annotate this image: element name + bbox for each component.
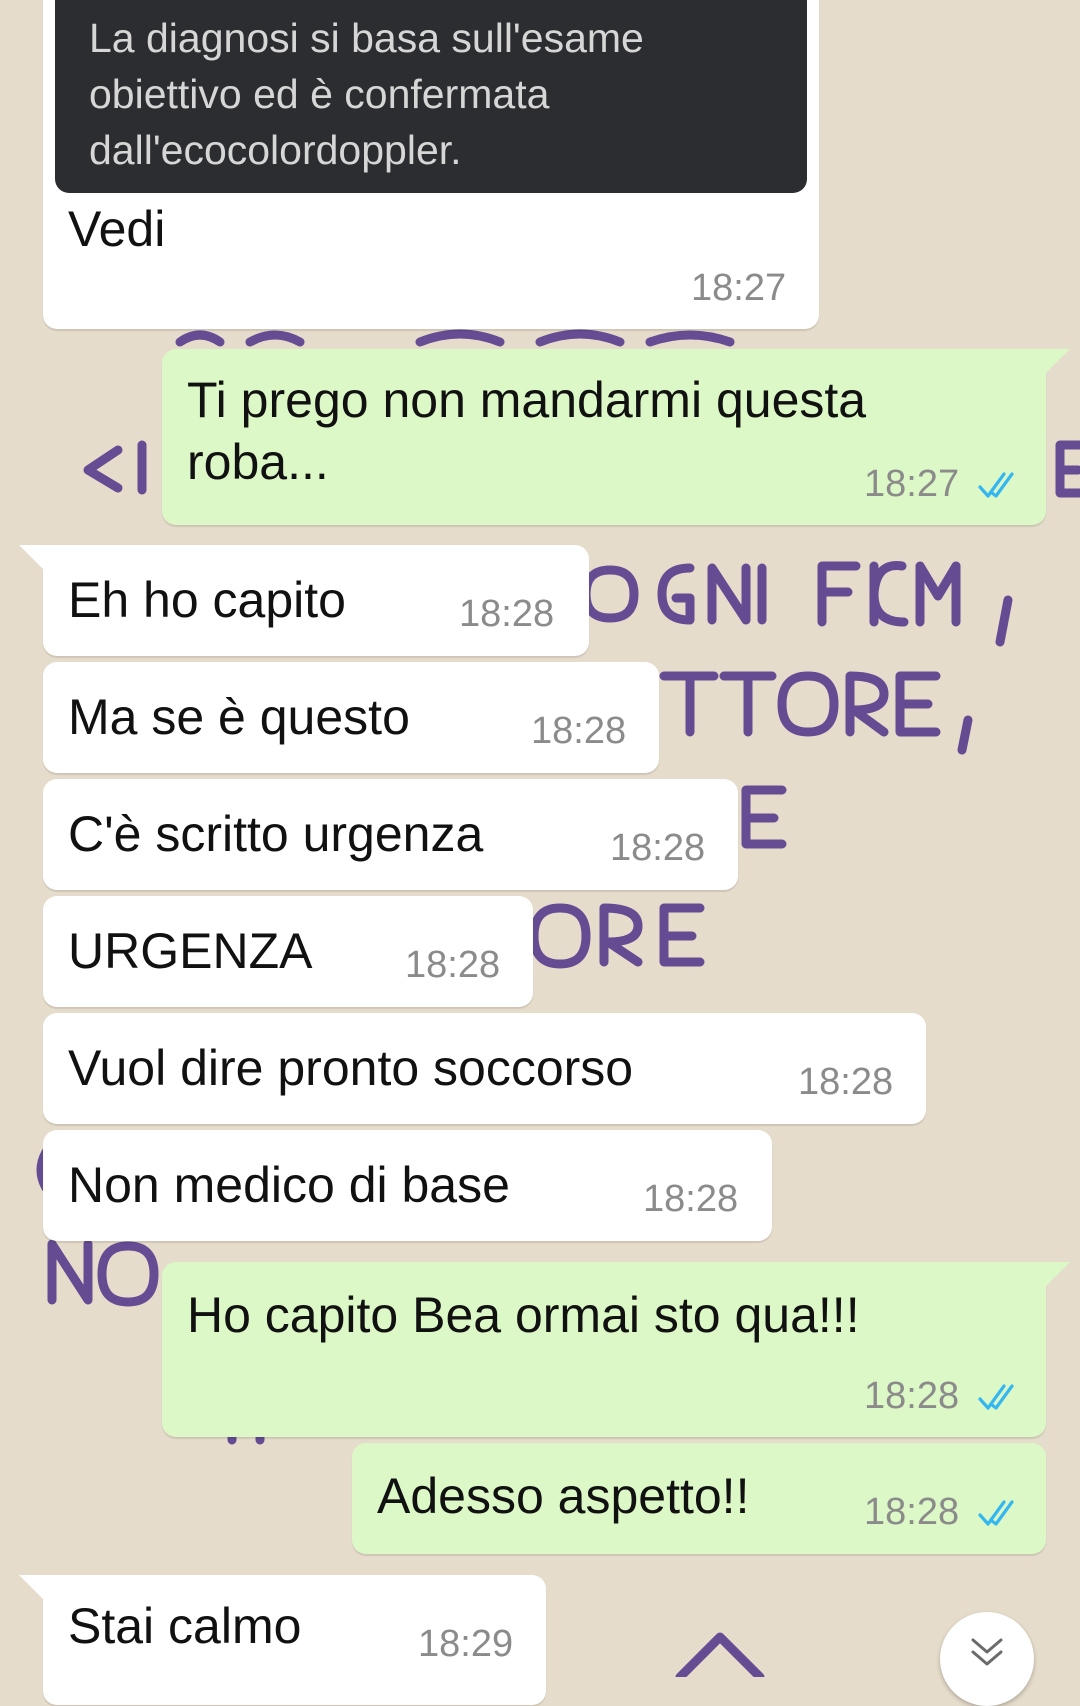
message-timestamp: 18:27	[864, 463, 960, 505]
message-bubble-incoming[interactable]: Non medico di base 18:28	[43, 1130, 772, 1241]
message-timestamp: 18:28	[864, 1491, 960, 1533]
message-bubble-incoming[interactable]: Ma se è questo 18:28	[43, 662, 659, 773]
message-text: Ho capito Bea ormai sto qua!!!	[187, 1287, 860, 1343]
message-text: URGENZA	[68, 923, 313, 979]
scroll-to-bottom-button[interactable]	[940, 1612, 1034, 1706]
message-timestamp: 18:27	[691, 267, 787, 309]
message-text: Ma se è questo	[68, 689, 410, 745]
bubble-tail	[1044, 349, 1070, 375]
double-check-icon	[978, 472, 1014, 498]
message-timestamp: 18:28	[864, 1375, 960, 1417]
message-bubble-incoming[interactable]: Vuol dire pronto soccorso 18:28	[43, 1013, 926, 1124]
message-text: Eh ho capito	[68, 572, 346, 628]
message-timestamp: 18:28	[798, 1061, 894, 1103]
message-bubble-outgoing[interactable]: Ti prego non mandarmi questa roba... 18:…	[162, 349, 1070, 525]
message-timestamp: 18:28	[405, 944, 501, 986]
message-bubble-incoming[interactable]: La diagnosi si basa sull'esame obiettivo…	[43, 0, 819, 329]
message-timestamp: 18:28	[459, 593, 555, 635]
message-text: Stai calmo	[68, 1598, 302, 1654]
message-text: Ti prego non mandarmi questa roba...	[187, 372, 867, 490]
message-text: Adesso aspetto!!	[377, 1468, 750, 1524]
bubble-tail	[1044, 1262, 1070, 1288]
message-timestamp: 18:28	[610, 827, 706, 869]
quoted-message[interactable]: La diagnosi si basa sull'esame obiettivo…	[55, 0, 807, 193]
message-bubble-incoming[interactable]: URGENZA 18:28	[43, 896, 533, 1007]
message-text: C'è scritto urgenza	[68, 806, 484, 862]
message-text: Vuol dire pronto soccorso	[68, 1040, 634, 1096]
message-timestamp: 18:29	[418, 1623, 514, 1665]
bubble-tail	[19, 545, 45, 571]
message-bubble-outgoing[interactable]: Ho capito Bea ormai sto qua!!! 18:28	[162, 1262, 1070, 1437]
quoted-message-text: La diagnosi si basa sull'esame obiettivo…	[89, 15, 644, 173]
message-timestamp: 18:28	[531, 710, 627, 752]
message-bubble-incoming[interactable]: Stai calmo 18:29	[19, 1575, 546, 1705]
double-check-icon	[978, 1384, 1014, 1410]
message-bubble-incoming[interactable]: C'è scritto urgenza 18:28	[43, 779, 738, 890]
message-timestamp: 18:28	[643, 1178, 739, 1220]
message-bubble-incoming[interactable]: Eh ho capito 18:28	[19, 545, 589, 656]
message-bubble-outgoing[interactable]: Adesso aspetto!! 18:28	[352, 1443, 1046, 1554]
message-text: Non medico di base	[68, 1157, 510, 1213]
bubble-tail	[19, 1575, 45, 1601]
chevron-double-down-icon	[971, 1638, 1003, 1666]
double-check-icon	[978, 1500, 1014, 1526]
message-text: Vedi	[68, 201, 166, 257]
